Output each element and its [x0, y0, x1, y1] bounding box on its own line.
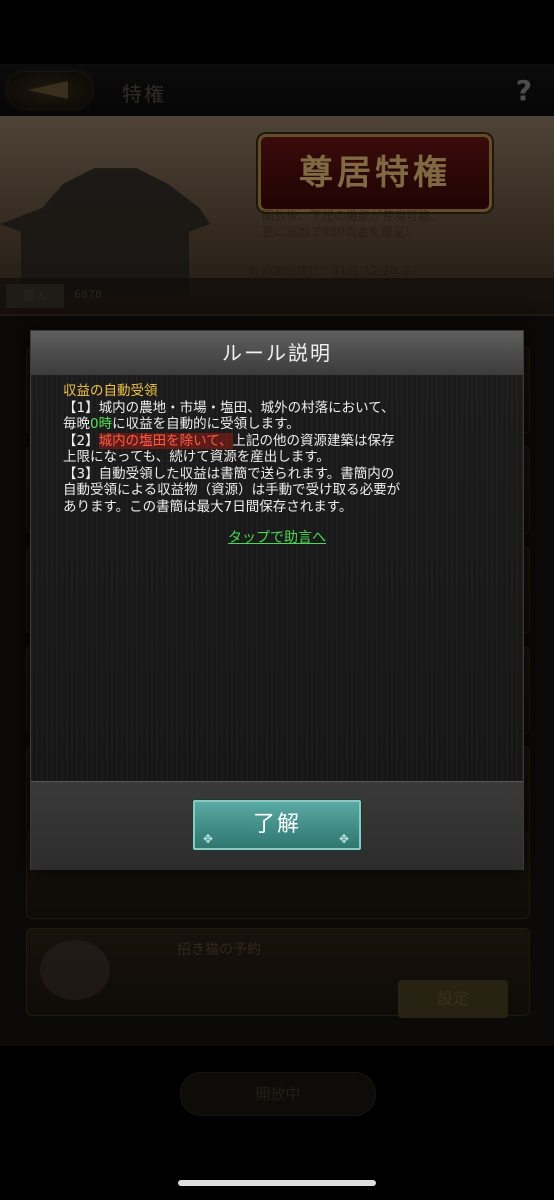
rule-1-text: 毎晩 — [63, 416, 90, 432]
ok-button-label: 了解 — [252, 812, 301, 837]
rule-1-highlight: 0時 — [90, 416, 113, 432]
ok-button[interactable]: ✥ 了解 ✥ — [193, 800, 361, 850]
rule-2-text: 【2】 — [63, 432, 99, 449]
rule-2-highlight: 城内の塩田を除いて、 — [98, 432, 233, 449]
rule-item-2: 【2】城内の塩田を除いて、上記の他の資源建築は保存 上限になっても、続けて資源を… — [63, 432, 513, 466]
rule-2-text: 上記の他の資源建築は保存 — [232, 432, 395, 449]
rule-2-line-2: 上限になっても、続けて資源を産出します。 — [63, 449, 330, 465]
status-bar — [0, 0, 554, 64]
ornament-icon: ✥ — [338, 832, 351, 846]
modal-body: 収益の自動受領 【1】城内の農地・市場・塩田、城外の村落において、 毎晩0時に収… — [31, 375, 523, 781]
ornament-icon: ✥ — [203, 832, 216, 846]
rule-1-text: に収益を自動的に受領します。 — [112, 416, 300, 432]
modal-header: ルール説明 — [31, 331, 523, 376]
rule-2-line-1: 【2】城内の塩田を除いて、上記の他の資源建築は保存 — [63, 432, 513, 450]
rules-heading: 収益の自動受領 — [63, 383, 158, 399]
rule-1-line-1: 【1】城内の農地・市場・塩田、城外の村落において、 — [63, 399, 395, 416]
rule-3-line-3: あります。この書簡は最大7日間保存されます。 — [63, 498, 353, 515]
home-indicator[interactable] — [178, 1180, 376, 1186]
rule-3-line-1: 【3】自動受領した収益は書簡で送られます。書簡内の — [63, 465, 395, 482]
rule-item-3: 【3】自動受領した収益は書簡で送られます。書簡内の 自動受領による収益物（資源）… — [63, 466, 513, 516]
advice-link[interactable]: タップで助言へ — [31, 527, 523, 547]
rule-1-line-2: 毎晩0時に収益を自動的に受領します。 — [63, 416, 513, 433]
rules-modal: ルール説明 収益の自動受領 【1】城内の農地・市場・塩田、城外の村落において、 … — [30, 330, 524, 870]
modal-title: ルール説明 — [222, 341, 332, 365]
modal-footer: ✥ 了解 ✥ — [31, 781, 523, 870]
rule-item-1: 【1】城内の農地・市場・塩田、城外の村落において、 毎晩0時に収益を自動的に受領… — [63, 400, 513, 433]
rule-3-line-2: 自動受領による収益物（資源）は手動で受け取る必要が — [63, 482, 401, 498]
rules-text: 収益の自動受領 【1】城内の農地・市場・塩田、城外の村落において、 毎晩0時に収… — [63, 383, 513, 515]
